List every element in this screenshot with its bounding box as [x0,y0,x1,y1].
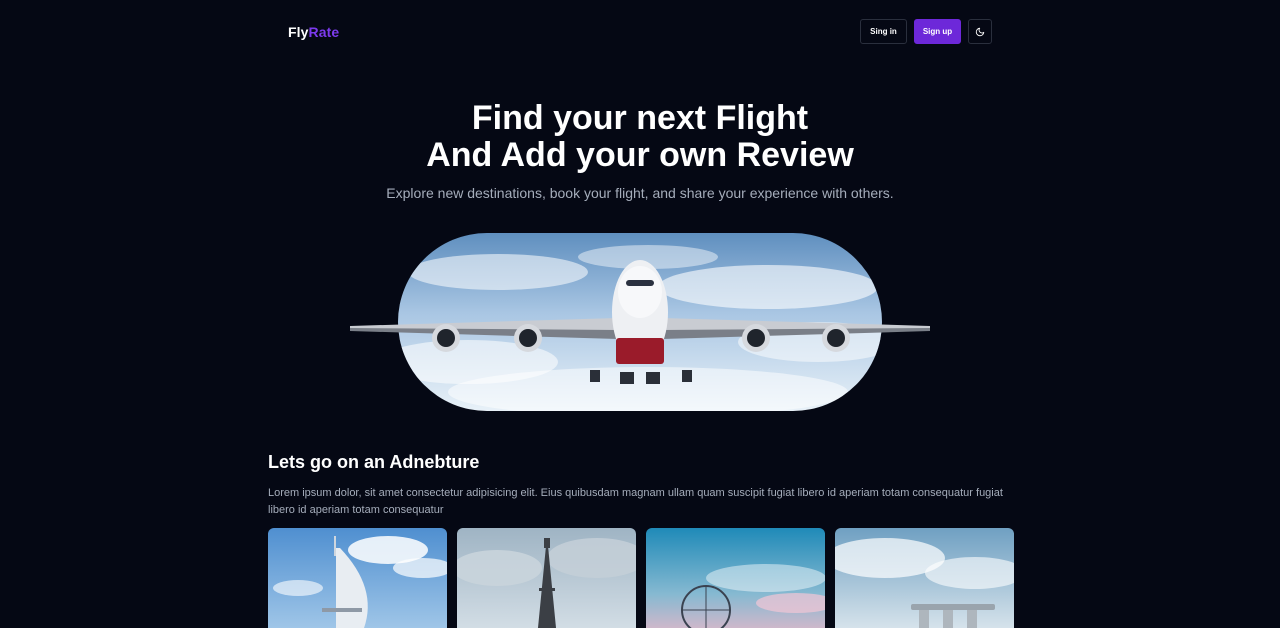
london-eye-image [646,528,825,628]
logo-part-fly: Fly [288,23,309,40]
logo[interactable]: FlyRate [288,24,339,40]
destination-card-marina-bay-sands[interactable] [835,528,1014,628]
burj-al-arab-image [268,528,447,628]
top-navbar: FlyRate Sing in Sign up [288,19,992,44]
hero-title: Find your next Flight And Add your own R… [0,100,1280,174]
section-title: Lets go on an Adnebture [268,452,480,472]
hero-title-line-1: Find your next Flight [471,99,809,137]
section-description: Lorem ipsum dolor, sit amet consectetur … [268,487,1003,516]
hero-airplane-image [348,232,932,412]
logo-part-rate: Rate [308,23,340,40]
theme-toggle-button[interactable] [968,19,992,44]
eiffel-tower-image [457,528,636,628]
marina-bay-sands-image [835,528,1014,628]
sign-in-button[interactable]: Sing in [860,19,907,44]
hero-subtitle: Explore new destinations, book your flig… [386,185,894,201]
destination-card-burj-al-arab[interactable] [268,528,447,628]
destination-card-eiffel-tower[interactable] [457,528,636,628]
header-actions: Sing in Sign up [860,19,992,44]
destination-cards [268,528,1014,628]
moon-icon [975,27,985,36]
hero-title-line-2: And Add your own Review [426,136,854,174]
destination-card-london-eye[interactable] [646,528,825,628]
sign-up-button[interactable]: Sign up [914,19,961,44]
